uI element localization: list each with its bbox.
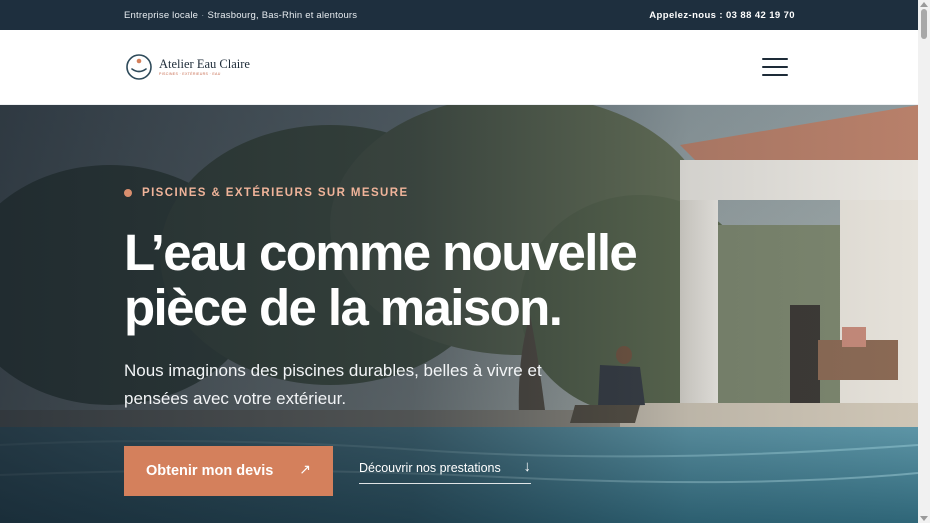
scroll-up-arrow-icon[interactable] <box>920 2 928 7</box>
hero-title-line-1: L’eau comme nouvelle <box>124 224 638 281</box>
site-logo[interactable]: Atelier Eau Claire PISCINES · EXTÉRIEURS… <box>125 52 250 82</box>
hero-subtitle-line-2: pensées avec votre extérieur. <box>124 389 347 408</box>
get-quote-label: Obtenir mon devis <box>146 463 274 479</box>
hero-eyebrow: PISCINES & EXTÉRIEURS SUR MESURE <box>124 187 409 199</box>
logo-name: Atelier Eau Claire <box>159 57 250 71</box>
eyebrow-text: PISCINES & EXTÉRIEURS SUR MESURE <box>142 187 409 199</box>
hero-title: L’eau comme nouvelle pièce de la maison. <box>124 225 744 335</box>
discover-services-link[interactable]: Découvrir nos prestations ↓ <box>359 457 531 484</box>
arrow-up-right-icon: ↗ <box>299 461 311 477</box>
hero-subtitle-line-1: Nous imaginons des piscines durables, be… <box>124 361 542 380</box>
location-info: Entreprise locale · Strasbourg, Bas-Rhin e… <box>124 10 357 21</box>
discover-services-label: Découvrir nos prestations <box>359 461 501 475</box>
arrow-down-icon: ↓ <box>523 458 532 475</box>
phone-link[interactable]: Appelez-nous : 03 88 42 19 70 <box>649 10 795 21</box>
top-info-bar: Entreprise locale · Strasbourg, Bas-Rhin e… <box>0 0 918 30</box>
hero-title-line-2: pièce de la maison. <box>124 279 563 336</box>
main-header: Atelier Eau Claire PISCINES · EXTÉRIEURS… <box>0 30 918 105</box>
get-quote-button[interactable]: Obtenir mon devis ↗ <box>124 446 333 496</box>
hero-section: PISCINES & EXTÉRIEURS SUR MESURE L’eau c… <box>0 105 918 523</box>
hero-subtitle: Nous imaginons des piscines durables, be… <box>124 357 584 413</box>
hamburger-menu-icon[interactable] <box>762 58 788 77</box>
location-text: Strasbourg, Bas-Rhin et alentours <box>207 10 358 21</box>
logo-emblem-icon <box>125 53 153 81</box>
scrollbar-thumb[interactable] <box>921 9 927 39</box>
accent-dot-icon <box>124 189 132 197</box>
scroll-down-arrow-icon[interactable] <box>920 516 928 521</box>
page-scrollbar[interactable] <box>918 0 930 523</box>
logo-tagline: PISCINES · EXTÉRIEURS · EAU <box>159 72 221 76</box>
separator-dot: · <box>201 10 205 21</box>
location-prefix: Entreprise locale <box>124 10 199 21</box>
